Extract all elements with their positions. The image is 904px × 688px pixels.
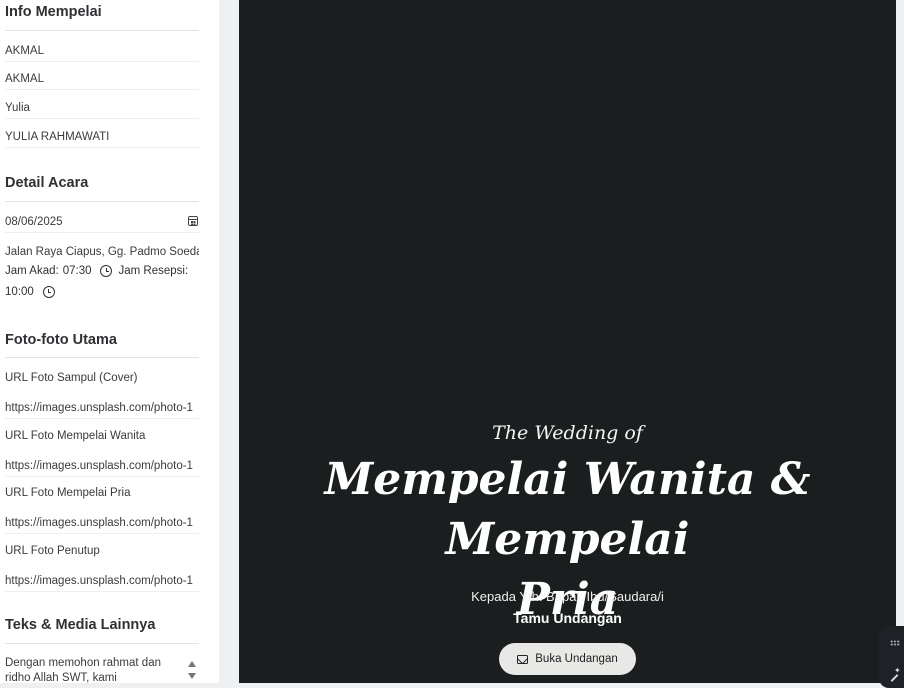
closing-photo-url-input[interactable]: https://images.unsplash.com/photo-1 (5, 572, 199, 592)
event-address-input[interactable]: Jalan Raya Ciapus, Gg. Padmo Soedarmo (5, 243, 199, 263)
opening-text-textarea[interactable]: Dengan memohon rahmat dan ridho Allah SW… (5, 656, 199, 683)
section-title-detail-acara: Detail Acara (5, 175, 89, 191)
groom-fullname-input[interactable]: AKMAL (5, 70, 199, 90)
cover-photo-url-input[interactable]: https://images.unsplash.com/photo-1 (5, 399, 199, 419)
preview-kicker: The Wedding of (492, 422, 643, 444)
section-divider (5, 643, 199, 644)
section-divider (5, 357, 199, 358)
jam-akad-input[interactable]: 07:30 (63, 265, 92, 277)
cover-photo-label: URL Foto Sampul (Cover) (5, 372, 138, 384)
mail-icon (517, 654, 529, 664)
event-date-input[interactable]: 08/06/2025 (5, 213, 199, 233)
open-invitation-label: Buka Undangan (535, 653, 618, 665)
bride-nickname-input[interactable]: Yulia (5, 99, 199, 119)
section-title-foto-utama: Foto-foto Utama (5, 332, 117, 348)
grip-icon[interactable] (890, 640, 900, 646)
calendar-icon[interactable] (188, 216, 198, 226)
section-divider (5, 30, 199, 31)
recipient-salutation: Kepada Yth: Bapak/Ibu/Saudara/i (471, 589, 664, 604)
groom-photo-url-input[interactable]: https://images.unsplash.com/photo-1 (5, 514, 199, 534)
closing-photo-label: URL Foto Penutup (5, 545, 100, 557)
editor-sidebar: Info Mempelai AKMAL AKMAL Yulia YULIA RA… (0, 0, 219, 683)
magic-wand-icon[interactable] (889, 666, 901, 682)
clock-icon[interactable] (100, 265, 113, 277)
jam-resepsi-input[interactable]: 10:00 (5, 286, 34, 298)
jam-resepsi-label: Jam Resepsi: (118, 265, 189, 277)
bride-fullname-input[interactable]: YULIA RAHMAWATI (5, 128, 199, 148)
invitation-preview: The Wedding of Mempelai Wanita & Mempela… (239, 0, 896, 683)
bride-photo-label: URL Foto Mempelai Wanita (5, 430, 146, 442)
section-title-info-mempelai: Info Mempelai (5, 4, 102, 20)
groom-photo-label: URL Foto Mempelai Pria (5, 487, 131, 499)
guest-name: Tamu Undangan (513, 610, 622, 626)
section-divider (5, 201, 199, 202)
bride-photo-url-input[interactable]: https://images.unsplash.com/photo-1 (5, 457, 199, 477)
scroll-down-arrow-icon[interactable] (188, 673, 196, 679)
couple-names-line1: Mempelai Wanita & Mempelai (324, 454, 811, 565)
event-date-value: 08/06/2025 (5, 216, 63, 228)
open-invitation-button[interactable]: Buka Undangan (499, 643, 636, 675)
section-title-teks-media: Teks & Media Lainnya (5, 617, 156, 633)
clock-icon[interactable] (42, 286, 55, 298)
jam-akad-row: Jam Akad: 07:30 Jam Resepsi: (5, 265, 188, 277)
scroll-up-arrow-icon[interactable] (188, 661, 196, 667)
jam-resepsi-row: 10:00 (5, 286, 61, 298)
floating-toolbar[interactable] (879, 626, 904, 688)
groom-nickname-input[interactable]: AKMAL (5, 42, 199, 62)
jam-akad-label: Jam Akad: (5, 265, 59, 277)
textarea-scrollbar[interactable] (188, 661, 196, 679)
